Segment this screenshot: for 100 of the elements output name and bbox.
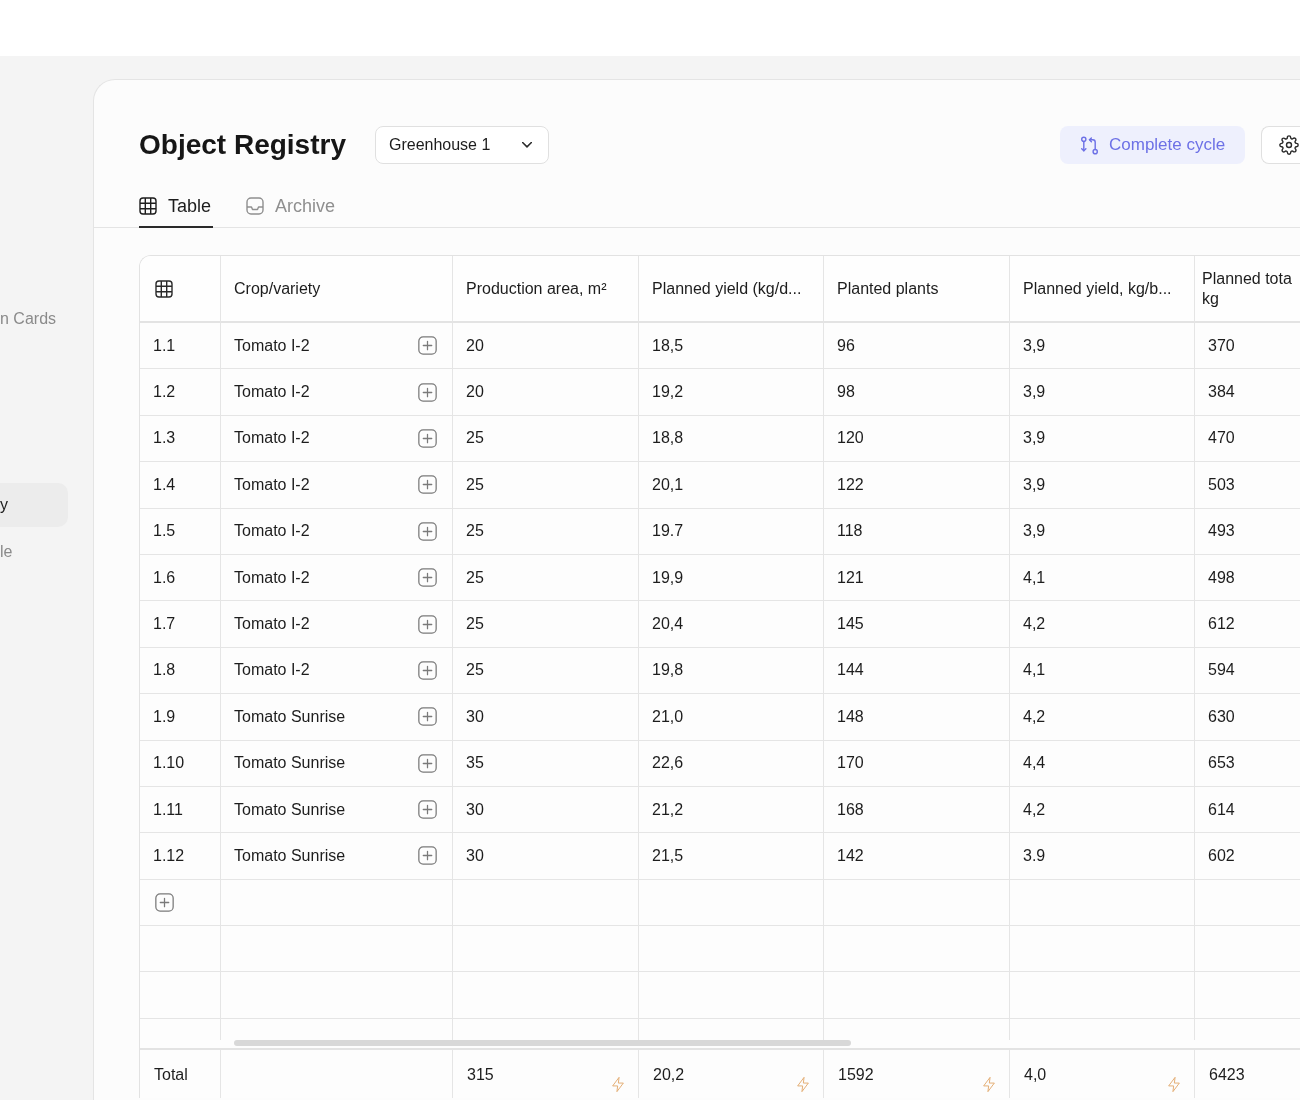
table-cell: 384 (1195, 369, 1300, 416)
crop-name: Tomato Sunrise (234, 800, 346, 819)
plus-square-icon (418, 753, 437, 773)
crop-name: Tomato I-2 (234, 568, 310, 587)
table-cell: 594 (1195, 647, 1300, 695)
table-cell: 25 (453, 462, 639, 509)
crop-name: Tomato I-2 (234, 475, 310, 494)
add-button[interactable] (418, 568, 437, 588)
table-cell: 35 (453, 740, 639, 787)
row-number: 1.7 (140, 601, 221, 648)
add-button[interactable] (418, 614, 437, 634)
add-button[interactable] (418, 336, 437, 356)
tray-icon (246, 197, 265, 215)
add-button[interactable] (418, 660, 437, 680)
sidebar-item[interactable]: n Cards (0, 297, 68, 341)
table-cell: 25 (453, 554, 639, 602)
table-cell: 98 (824, 369, 1010, 416)
table-cell: 21,5 (639, 833, 824, 880)
table-cell: 142 (824, 833, 1010, 880)
table-cell: 120 (824, 415, 1010, 463)
total-value: 1592 (838, 1066, 874, 1084)
table-cell: 470 (1195, 415, 1300, 463)
add-row-button[interactable] (155, 892, 174, 912)
table-cell: 3.9 (1010, 833, 1195, 880)
table-cell: 118 (824, 508, 1010, 555)
table-cell: 498 (1195, 554, 1300, 602)
table-cell: 18,8 (639, 415, 824, 463)
row-number: 1.10 (140, 740, 221, 787)
table-cell: 144 (824, 647, 1010, 695)
row-number: 1.6 (140, 554, 221, 602)
complete-cycle-button[interactable]: Complete cycle (1060, 126, 1245, 164)
crop-name: Tomato Sunrise (234, 754, 346, 773)
crop-name: Tomato I-2 (234, 336, 310, 355)
settings-button[interactable] (1261, 126, 1300, 164)
add-button[interactable] (418, 475, 437, 495)
table-cell: 19,2 (639, 369, 824, 416)
table-cell: 20 (453, 323, 639, 370)
table-cell: 614 (1195, 786, 1300, 834)
row-number: 1.5 (140, 508, 221, 555)
table-cell: 4,1 (1010, 554, 1195, 602)
crop-name: Tomato I-2 (234, 615, 310, 634)
scrollbar-thumb[interactable] (234, 1040, 851, 1046)
table-cell: 19,9 (639, 554, 824, 602)
grid-icon (139, 197, 157, 215)
tab[interactable]: Table (139, 186, 214, 228)
column-header: Crop/variety (221, 256, 453, 323)
row-number: 1.3 (140, 415, 221, 463)
table-cell: 3,9 (1010, 508, 1195, 555)
row-number: 1.2 (140, 369, 221, 416)
total-value: 4,0 (1024, 1066, 1047, 1084)
plus-square-icon (418, 521, 437, 541)
table-cell: 25 (453, 601, 639, 648)
tab[interactable]: Archive (246, 186, 338, 228)
table-cell: 18,5 (639, 323, 824, 370)
table-cell: 25 (453, 415, 639, 463)
table-cell: 121 (824, 554, 1010, 602)
column-header: Planted plants (824, 256, 1010, 323)
settings-icon (1279, 135, 1299, 155)
crop-name: Tomato I-2 (234, 429, 310, 448)
table-cell: 370 (1195, 323, 1300, 370)
table-cell: 21,0 (639, 694, 824, 741)
table-cell: 22,6 (639, 740, 824, 787)
table-cell: 3,9 (1010, 323, 1195, 370)
greenhouse-select[interactable]: Greenhouse 1 (374, 126, 549, 164)
sidebar-item[interactable]: y (0, 483, 68, 527)
plus-square-icon (418, 336, 437, 356)
page-title: Object Registry (139, 128, 346, 162)
table-cell: 20 (453, 369, 639, 416)
crop-name: Tomato Sunrise (234, 707, 346, 726)
add-button[interactable] (418, 707, 437, 727)
table-cell: 30 (453, 833, 639, 880)
crop-name: Tomato I-2 (234, 661, 310, 680)
column-header: Planned yield (kg/d... (639, 256, 824, 323)
total-label: Total (140, 1050, 221, 1098)
table-cell: 4,2 (1010, 601, 1195, 648)
plus-square-icon (418, 660, 437, 680)
table-cell: 148 (824, 694, 1010, 741)
add-button[interactable] (418, 521, 437, 541)
grid-icon (155, 279, 173, 298)
row-number: 1.1 (140, 323, 221, 370)
sidebar-item[interactable]: le (0, 530, 68, 574)
add-button[interactable] (418, 382, 437, 402)
table-cell: 96 (824, 323, 1010, 370)
add-button[interactable] (418, 846, 437, 866)
total-value: 20,2 (653, 1066, 685, 1084)
table-cell: 653 (1195, 740, 1300, 787)
table-cell: 122 (824, 462, 1010, 509)
column-header: Production area, m² (453, 256, 639, 323)
table-cell: 30 (453, 694, 639, 741)
table-cell: 20,1 (639, 462, 824, 509)
table-cell: 503 (1195, 462, 1300, 509)
add-button[interactable] (418, 753, 437, 773)
plus-square-icon (418, 614, 437, 634)
add-button[interactable] (418, 800, 437, 820)
row-number: 1.4 (140, 462, 221, 509)
plus-square-icon (418, 707, 437, 727)
table-cell: 170 (824, 740, 1010, 787)
compare-arrows-icon (1080, 135, 1099, 155)
add-button[interactable] (418, 428, 437, 448)
table-cell: 25 (453, 647, 639, 695)
